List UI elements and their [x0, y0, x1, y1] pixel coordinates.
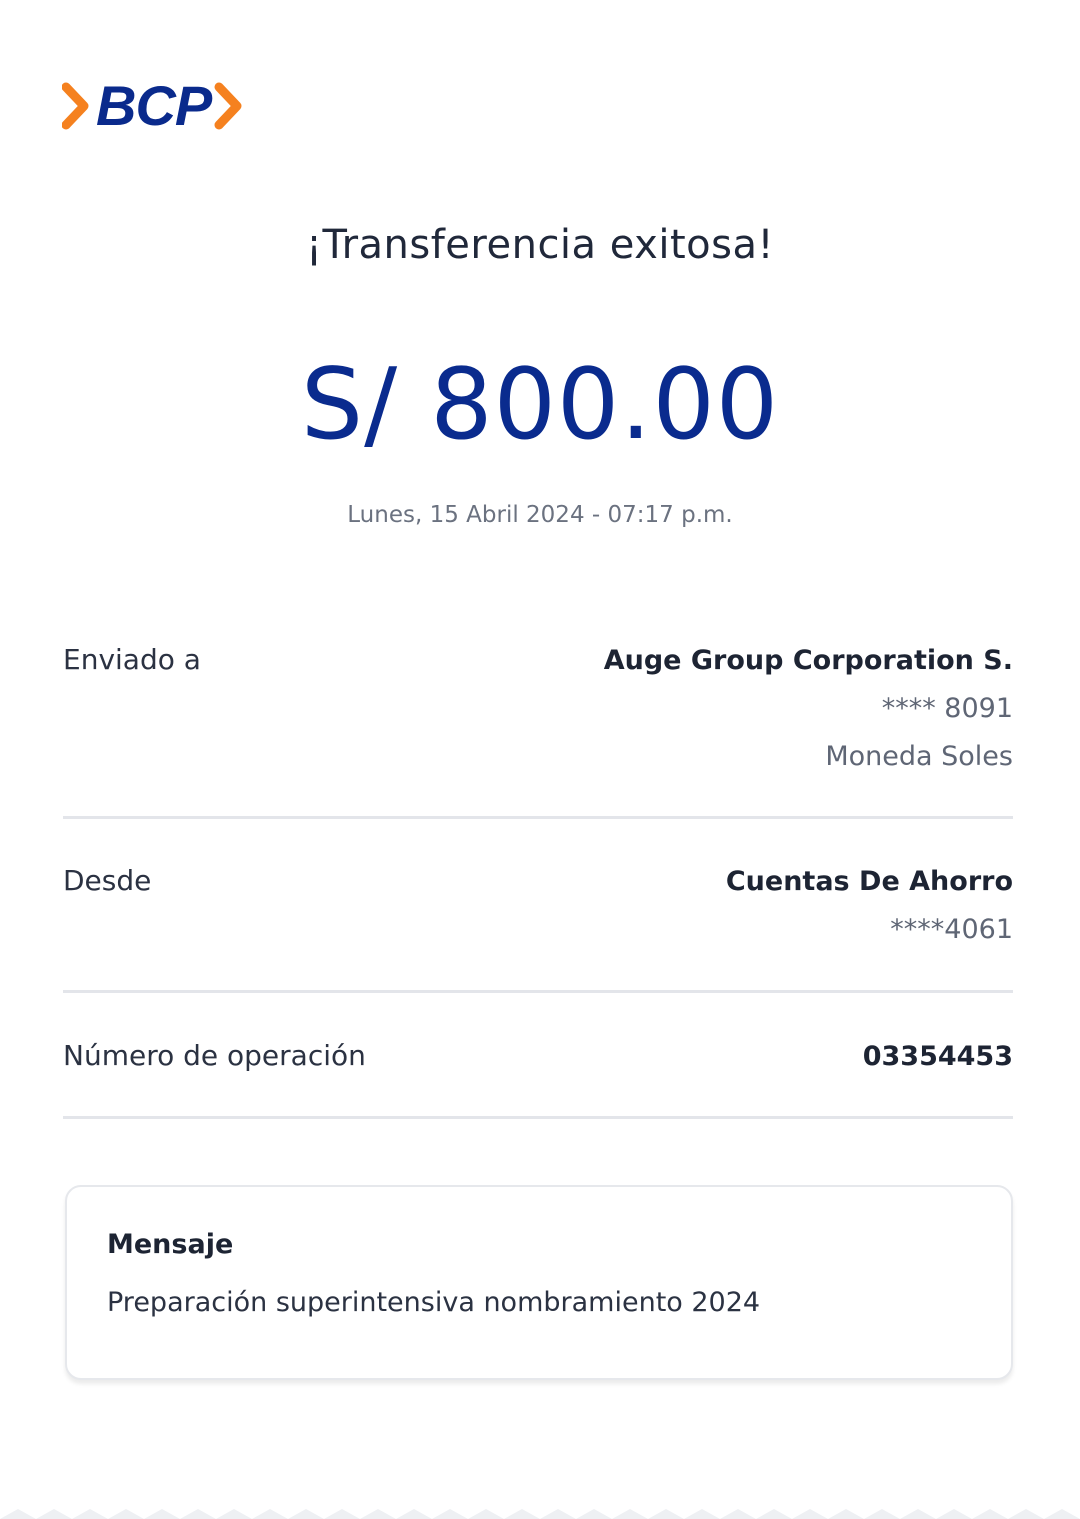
source-account-type: Cuentas De Ahorro [725, 866, 1013, 897]
source-account: ****4061 [890, 914, 1013, 945]
message-card: Mensaje Preparación superintensiva nombr… [65, 1185, 1013, 1380]
recipient-account: **** 8091 [881, 693, 1013, 724]
sent-to-values: Auge Group Corporation S. **** 8091 Mone… [604, 637, 1013, 781]
brand-name: BCP [96, 74, 212, 137]
from-row: Desde Cuentas De Ahorro ****4061 [63, 858, 1013, 958]
divider [63, 990, 1013, 993]
divider [63, 1116, 1013, 1119]
recipient-currency: Moneda Soles [825, 741, 1013, 772]
recipient-name: Auge Group Corporation S. [603, 645, 1013, 676]
from-label: Desde [63, 864, 152, 897]
chevron-right-icon [214, 82, 242, 130]
bcp-logo: BCP [62, 78, 243, 134]
operation-number: 03354453 [862, 1041, 1013, 1072]
from-values: Cuentas De Ahorro ****4061 [726, 858, 1013, 954]
page-title: ¡Transferencia exitosa! [305, 222, 775, 268]
sent-to-label: Enviado a [63, 643, 201, 676]
divider [63, 816, 1013, 819]
operation-values: 03354453 [863, 1033, 1013, 1081]
transfer-datetime: Lunes, 15 Abril 2024 - 07:17 p.m. [347, 502, 733, 528]
message-title: Mensaje [107, 1229, 234, 1260]
operation-row: Número de operación 03354453 [63, 1033, 1013, 1083]
chevron-left-icon [62, 82, 89, 130]
receipt-edge [0, 1509, 1080, 1519]
message-text: Preparación superintensiva nombramiento … [107, 1287, 761, 1318]
transfer-amount: S/ 800.00 [300, 348, 780, 462]
operation-label: Número de operación [63, 1039, 366, 1072]
sent-to-row: Enviado a Auge Group Corporation S. ****… [63, 637, 1013, 787]
